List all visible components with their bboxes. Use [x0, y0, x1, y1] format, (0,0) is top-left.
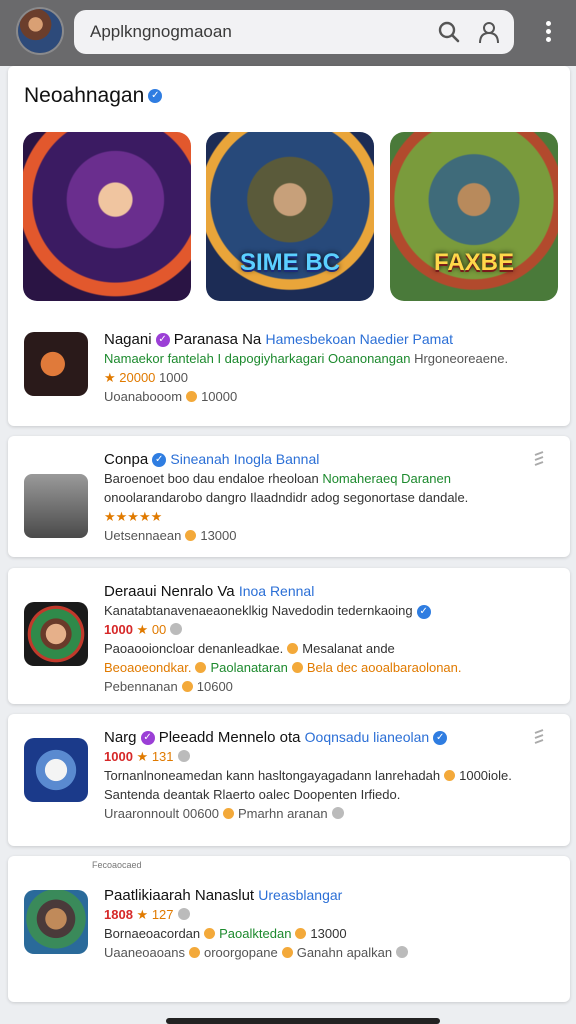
section-title: Neoahnagan ✓	[24, 84, 163, 108]
verified-icon: ✓	[433, 731, 448, 746]
coin-icon	[281, 947, 293, 958]
app-card[interactable]: Deraaui Nenralo Va Inoa Rennal Kanatabta…	[8, 568, 570, 704]
verified-icon: ✓	[416, 604, 431, 619]
app-icon[interactable]	[24, 332, 88, 396]
app-icon[interactable]	[24, 602, 88, 666]
app-title[interactable]: Conpa ✓ Sineanah Inogla Bannal	[104, 450, 554, 469]
check-icon	[331, 807, 344, 819]
app-card[interactable]: Paatlikiaarah Nanaslut Ureasblangar 1808…	[8, 856, 570, 1002]
app-description-2: onoolarandarobo dangro Ilaadndidr adog s…	[104, 490, 469, 505]
check-icon	[396, 946, 409, 958]
coin-icon	[204, 928, 216, 939]
account-icon[interactable]	[476, 19, 502, 45]
coin-icon	[287, 643, 299, 654]
app-rating: 1000 ★ 00	[104, 620, 554, 639]
search-icon[interactable]	[436, 19, 462, 45]
app-rating: ★ 20000 1000	[104, 370, 188, 385]
app-rating: ★★★★★	[104, 509, 163, 524]
verified-icon: ✓	[155, 333, 170, 348]
app-description: Kanatabtanavenaeaoneklkig Navedodin tede…	[104, 601, 554, 620]
more-options-icon[interactable]	[538, 18, 558, 48]
verified-icon: ✓	[152, 453, 167, 468]
app-title[interactable]: Paatlikiaarah Nanaslut Ureasblangar	[104, 886, 554, 905]
app-description-3: Beoaoeondkar. Paolanataran Bela dec aooalb…	[104, 660, 462, 675]
top-app-bar: Applkngnogmaoan	[0, 0, 576, 66]
coin-icon	[295, 928, 307, 939]
home-indicator[interactable]	[166, 1018, 440, 1024]
coin-icon	[186, 391, 198, 402]
app-meta: Uraaronnoult 00600 Pmarhn aranan	[104, 804, 554, 823]
check-icon	[170, 623, 183, 635]
app-meta: Uaaneoaoans oroorgopane Ganahn apalkan	[104, 943, 554, 962]
check-icon	[177, 908, 190, 920]
coin-icon	[444, 770, 456, 781]
app-rating: 1000 ★ 131	[104, 747, 554, 766]
coin-icon	[291, 662, 303, 673]
app-icon[interactable]	[24, 474, 88, 538]
verified-icon: ✓	[148, 89, 163, 104]
coin-icon	[188, 947, 200, 958]
check-icon	[177, 750, 190, 762]
coin-icon	[185, 530, 197, 541]
coin-icon	[181, 681, 193, 692]
app-icon[interactable]	[24, 890, 88, 954]
featured-banner-2[interactable]: SIME BC	[206, 132, 374, 301]
avatar[interactable]	[18, 9, 62, 53]
app-title[interactable]: Deraaui Nenralo Va Inoa Rennal	[104, 582, 554, 601]
app-card[interactable]: Conpa ✓ Sineanah Inogla Bannal Baroenoet …	[8, 436, 570, 557]
app-description-2: Santenda deantak Rlaerto oalec Doopenten…	[104, 787, 401, 802]
coin-icon	[195, 662, 207, 673]
app-rating: 1808 ★ 127	[104, 905, 554, 924]
app-description: Namaekor fantelah I dapogiyharkagari Ooa…	[104, 351, 509, 366]
featured-banner-1[interactable]	[23, 132, 191, 301]
search-bar[interactable]: Applkngnogmaoan	[74, 10, 514, 54]
verified-icon: ✓	[140, 731, 155, 746]
app-description: Baroenoet boo dau endaloe rheoloan Nomah…	[104, 471, 451, 486]
app-meta: Pebennanan 10600	[104, 679, 233, 694]
app-meta: Uoanabooom 10000	[104, 389, 238, 404]
app-icon[interactable]	[24, 738, 88, 802]
app-title[interactable]: Narg ✓ Pleeadd Mennelo ota Ooqnsadu liane…	[104, 728, 554, 747]
app-meta: Uetsennaean 13000	[104, 528, 237, 543]
section-label: Fecoaocaed	[92, 860, 142, 870]
app-title[interactable]: Nagani ✓ Paranasa Na Hamesbekoan Naedier …	[104, 330, 554, 349]
app-card[interactable]: Narg ✓ Pleeadd Mennelo ota Ooqnsadu liane…	[8, 714, 570, 846]
featured-card: Neoahnagan ✓ SIME BC FAXBE Nagani ✓ Parana…	[8, 66, 570, 426]
app-description-2: Paoaooioncloar denanleadkae. Mesalanat an…	[104, 641, 395, 656]
app-description: Bornaeoacordan Paoalktedan 13000	[104, 926, 347, 941]
featured-banner-3[interactable]: FAXBE	[390, 132, 558, 301]
search-input[interactable]: Applkngnogmaoan	[90, 22, 232, 42]
app-description: Tornanlnoneamedan kann hasltongayagadann…	[104, 768, 512, 783]
coin-icon	[222, 808, 234, 819]
